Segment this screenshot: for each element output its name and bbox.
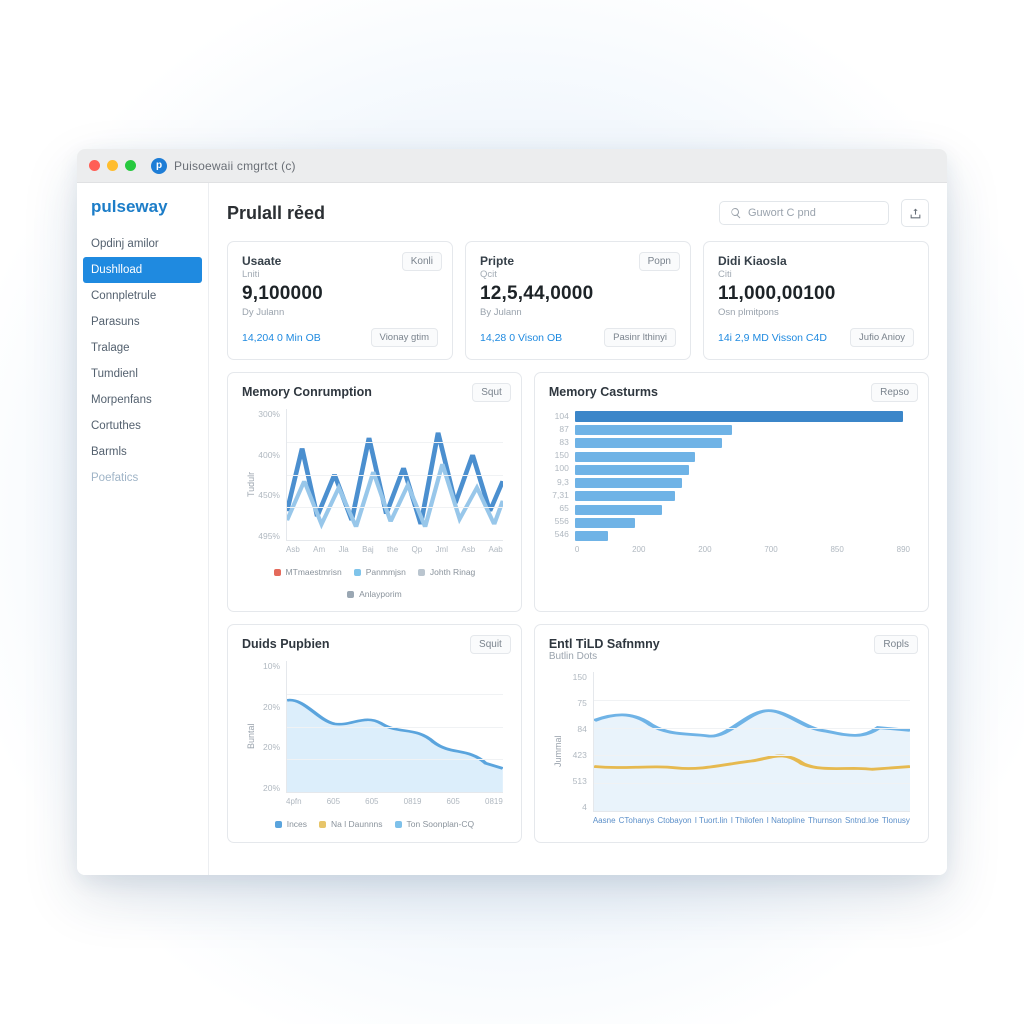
sidebar-item-poefatics[interactable]: Poefatics: [77, 465, 208, 491]
window-title: Puisoewaii cmgrtct (c): [174, 159, 296, 173]
stat-action-button[interactable]: Jufio Anioy: [850, 328, 914, 347]
window-titlebar: p Puisoewaii cmgrtct (c): [77, 149, 947, 183]
sidebar-item-parasuns[interactable]: Parasuns: [77, 309, 208, 335]
sidebar-item-tralage[interactable]: Tralage: [77, 335, 208, 361]
search-input[interactable]: Guwort C pnd: [719, 201, 889, 225]
x-ticks: AasneCTohanysCtobayonI Tuort.linI Thilof…: [593, 816, 910, 830]
sidebar-item-cortuthes[interactable]: Cortuthes: [77, 413, 208, 439]
chart-card-memory-custurms: Repso Memory Casturms 10487831501009,37,…: [534, 372, 929, 612]
chart-chip[interactable]: Squt: [472, 383, 511, 402]
y-ticks: 10487831501009,37,3165556546: [549, 409, 573, 541]
chart-card-duids: Squit Duids Pupbien Buntal 10%20%20%20%: [227, 624, 522, 843]
chart-card-memory-consumption: Squt Memory Conrumption Tudulr 300% 400%…: [227, 372, 522, 612]
x-ticks: 0200200700850890: [575, 545, 910, 559]
search-icon: [730, 207, 742, 219]
y-axis-label: Jummal: [549, 672, 563, 830]
chart-plot: 300% 400% 450% 495%: [256, 409, 507, 559]
sidebar-item-barmls[interactable]: Barmls: [77, 439, 208, 465]
stat-value: 9,100000: [242, 283, 438, 305]
stat-link[interactable]: 14i 2,9 MD Visson C4D: [718, 332, 827, 344]
stat-chip[interactable]: Popn: [639, 252, 680, 271]
sidebar-item-morpenfans[interactable]: Morpenfans: [77, 387, 208, 413]
stat-chip[interactable]: Konli: [402, 252, 442, 271]
chart-subtitle: Butlin Dots: [549, 651, 914, 662]
chart-legend: Inces Na l Daunnns Ton Soonplan-CQ: [242, 819, 507, 829]
app-window: p Puisoewaii cmgrtct (c) pulseway Opdinj…: [77, 149, 947, 875]
chart-chip[interactable]: Squit: [470, 635, 511, 654]
stat-card-didi: Didi Kiaosla Citi 11,000,00100 Osn plmit…: [703, 241, 929, 360]
stat-action-button[interactable]: Vionay gtim: [371, 328, 438, 347]
stat-value: 11,000,00100: [718, 283, 914, 305]
window-maximize-icon[interactable]: [125, 160, 136, 171]
brand-logo: pulseway: [77, 197, 208, 231]
bar-group: [575, 411, 910, 541]
chart-row-1: Squt Memory Conrumption Tudulr 300% 400%…: [227, 372, 929, 612]
chart-legend: MTmaestmrisn Panmmjsn Johth Rinag Anlayp…: [242, 567, 507, 599]
x-ticks: AsbAmJlaBajtheQpJmlAsbAab: [286, 545, 503, 559]
top-bar: Prulall rẻed Guwort C pnd: [227, 199, 929, 227]
stat-link[interactable]: 14,28 0 Vison OB: [480, 332, 562, 344]
y-ticks: 300% 400% 450% 495%: [256, 409, 284, 541]
chart-title: Duids Pupbien: [242, 637, 507, 651]
window-close-icon[interactable]: [89, 160, 100, 171]
stat-row: Konli Usaate Lniti 9,100000 Dy Julann 14…: [227, 241, 929, 360]
stat-value: 12,5,44,0000: [480, 283, 676, 305]
chart-plot: 15075844235134 A: [563, 672, 914, 830]
chart-title: Entl TiLD Safnmny: [549, 637, 914, 651]
y-axis-label: Tudulr: [242, 409, 256, 559]
stat-card-usaate: Konli Usaate Lniti 9,100000 Dy Julann 14…: [227, 241, 453, 360]
chart-title: Memory Casturms: [549, 385, 914, 399]
sidebar-item-connpletrule[interactable]: Connpletrule: [77, 283, 208, 309]
window-minimize-icon[interactable]: [107, 160, 118, 171]
chart-card-entl: Ropls Entl TiLD Safnmny Butlin Dots Jumm…: [534, 624, 929, 843]
stat-note: Dy Julann: [242, 307, 438, 318]
sidebar-item-dashboard[interactable]: Dushlload: [83, 257, 202, 283]
sidebar-item-tumdienl[interactable]: Tumdienl: [77, 361, 208, 387]
sidebar-item-opdinj[interactable]: Opdinj amilor: [77, 231, 208, 257]
chart-plot: 10487831501009,37,3165556546: [549, 409, 914, 559]
stat-title: Didi Kiaosla: [718, 254, 914, 268]
sidebar: pulseway Opdinj amilor Dushlload Connple…: [77, 183, 209, 875]
chart-title: Memory Conrumption: [242, 385, 507, 399]
y-ticks: 15075844235134: [563, 672, 591, 812]
main-content: Prulall rẻed Guwort C pnd Konli Usaate L…: [209, 183, 947, 875]
stat-action-button[interactable]: Pasinr lthinyi: [604, 328, 676, 347]
chart-chip[interactable]: Ropls: [874, 635, 918, 654]
stat-note: Osn plmitpons: [718, 307, 914, 318]
app-favicon-icon: p: [151, 158, 167, 174]
page-title: Prulall rẻed: [227, 203, 325, 224]
stat-sub: Citi: [718, 269, 914, 280]
x-ticks: 4pfn60560508196050819: [286, 797, 503, 811]
chart-plot: 10%20%20%20% 4pfn60560508196050819: [256, 661, 507, 811]
share-button[interactable]: [901, 199, 929, 227]
stat-card-pripte: Popn Pripte Qcit 12,5,44,0000 By Julann …: [465, 241, 691, 360]
search-placeholder: Guwort C pnd: [748, 207, 816, 219]
chart-row-2: Squit Duids Pupbien Buntal 10%20%20%20%: [227, 624, 929, 843]
share-icon: [909, 207, 922, 220]
stat-link[interactable]: 14,204 0 Min OB: [242, 332, 321, 344]
y-ticks: 10%20%20%20%: [256, 661, 284, 793]
stat-note: By Julann: [480, 307, 676, 318]
chart-chip[interactable]: Repso: [871, 383, 918, 402]
y-axis-label: Buntal: [242, 661, 256, 811]
